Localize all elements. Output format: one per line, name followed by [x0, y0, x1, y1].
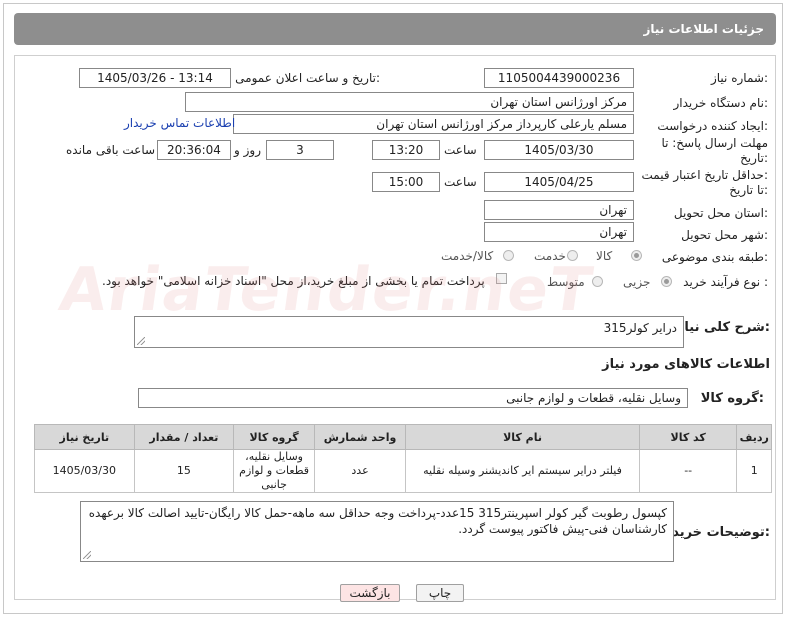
need-number-field: 1105004439000236 — [484, 68, 634, 88]
buyer-notes-text: کپسول رطوبت گیر کولر اسپرینتر315 15عدد-پ… — [88, 506, 667, 536]
deadline-label: مهلت ارسال پاسخ: تا — [661, 136, 768, 150]
watermark: AriaTender.neT — [55, 255, 599, 325]
goods-group-label: گروه کالا: — [700, 391, 764, 406]
cell-need-date: 1405/03/30 — [34, 449, 135, 493]
deadline-time-label: ساعت — [444, 143, 477, 157]
category-option-goods: کالا — [596, 249, 613, 263]
days-remaining-field: 3 — [266, 140, 334, 160]
process-label: نوع فرآیند خرید : — [683, 275, 768, 289]
deadline-label-date: تاریخ: — [740, 151, 768, 165]
goods-info-title: اطلاعات کالاهای مورد نیاز — [602, 357, 770, 372]
process-option-minor: جزیی — [623, 275, 651, 289]
cell-unit: عدد — [313, 449, 407, 493]
buyer-notes-label: توضیحات خریدار: — [660, 525, 770, 540]
category-label: طبقه بندی موضوعی: — [661, 250, 768, 264]
buyer-org-field: مرکز اورژانس استان تهران — [185, 92, 634, 112]
announce-date-field: 1405/03/26 - 13:14 — [79, 68, 231, 88]
goods-group-field: وسایل نقلیه، قطعات و لوازم جانبی — [138, 388, 688, 408]
description-text: درایر کولر315 — [603, 321, 677, 335]
days-label: روز و — [234, 143, 261, 157]
header-row-number: ردیف — [736, 424, 772, 450]
need-number-label: شماره نیاز: — [710, 71, 768, 85]
category-radio-goods[interactable] — [631, 250, 642, 261]
requester-label: ایجاد کننده درخواست: — [657, 119, 768, 133]
buyer-org-label: نام دستگاه خریدار: — [673, 96, 769, 110]
city-field: تهران — [484, 222, 634, 242]
header-goods-group: گروه کالا — [233, 424, 315, 450]
remaining-time-field: 20:36:04 — [157, 140, 231, 160]
description-textarea[interactable]: درایر کولر315 — [134, 316, 684, 348]
announce-date-label: تاریخ و ساعت اعلان عمومی: — [235, 71, 380, 85]
deadline-date-field: 1405/03/30 — [484, 140, 634, 160]
goods-table: ردیف کد کالا نام کالا واحد شمارش گروه کا… — [34, 424, 772, 493]
cell-goods-group: وسایل نقلیه، قطعات و لوازم جانبی — [233, 449, 315, 493]
table-row: 1 -- فیلتر درایر سیستم ایر کاندیشنر وسیل… — [34, 449, 772, 493]
header-quantity: تعداد / مقدار — [133, 424, 235, 450]
resize-grip-icon[interactable] — [83, 551, 91, 559]
validity-date-field: 1405/04/25 — [484, 172, 634, 192]
back-button[interactable]: بازگشت — [340, 584, 400, 602]
province-field: تهران — [484, 200, 634, 220]
buyer-notes-textarea[interactable]: کپسول رطوبت گیر کولر اسپرینتر315 15عدد-پ… — [80, 501, 674, 562]
buyer-contact-link[interactable]: اطلاعات تماس خریدار — [124, 116, 235, 130]
cell-goods-name: فیلتر درایر سیستم ایر کاندیشنر وسیله نقل… — [405, 449, 640, 493]
remaining-time-label: ساعت باقی مانده — [66, 143, 156, 157]
header-unit: واحد شمارش — [313, 424, 407, 450]
resize-grip-icon[interactable] — [137, 337, 145, 345]
province-label: استان محل تحویل: — [673, 206, 768, 220]
description-label: شرح کلی نیاز: — [676, 320, 770, 335]
header-goods-name: نام کالا — [405, 424, 640, 450]
goods-table-header: ردیف کد کالا نام کالا واحد شمارش گروه کا… — [34, 424, 772, 450]
header-goods-code: کد کالا — [638, 424, 738, 450]
cell-row-number: 1 — [736, 449, 772, 493]
validity-time-field: 15:00 — [372, 172, 440, 192]
validity-label-date: تا تاریخ: — [729, 183, 768, 197]
header-need-date: تاریخ نیاز — [34, 424, 135, 450]
print-button[interactable]: چاپ — [416, 584, 464, 602]
process-radio-minor[interactable] — [661, 276, 672, 287]
requester-field: مسلم یارعلی کارپرداز مرکز اورژانس استان … — [233, 114, 634, 134]
cell-quantity: 15 — [133, 449, 235, 493]
deadline-time-field: 13:20 — [372, 140, 440, 160]
validity-label: حداقل تاریخ اعتبار قیمت: — [641, 168, 768, 182]
validity-time-label: ساعت — [444, 175, 477, 189]
page-title: جزئیات اطلاعات نیاز — [14, 13, 776, 45]
cell-goods-code: -- — [638, 449, 738, 493]
city-label: شهر محل تحویل: — [681, 228, 768, 242]
